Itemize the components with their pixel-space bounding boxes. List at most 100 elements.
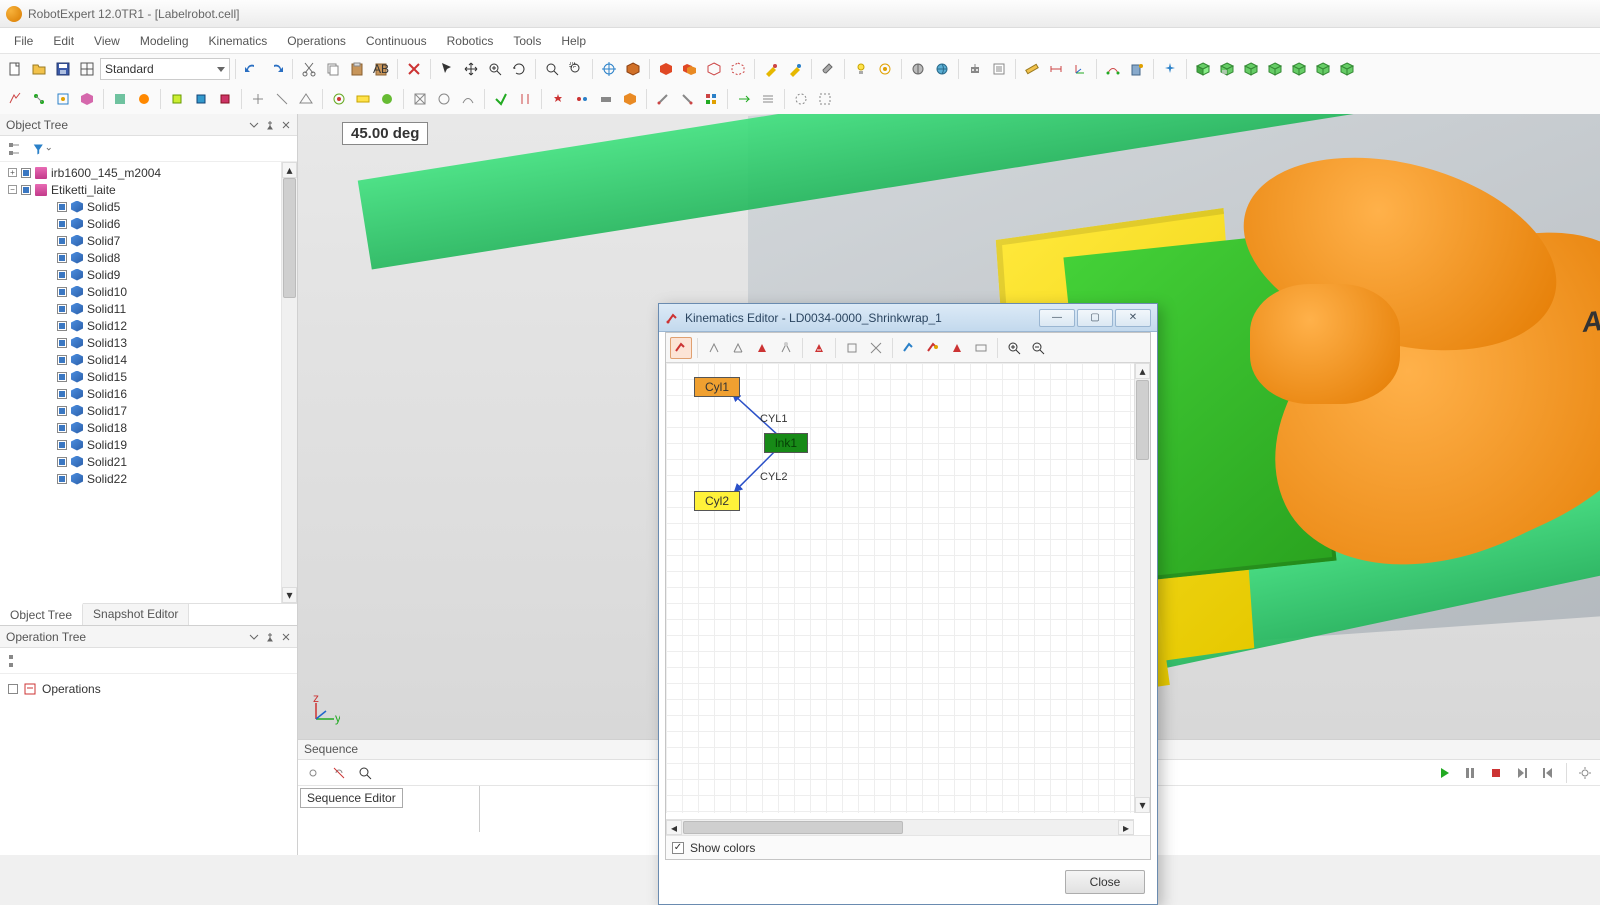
object-tree[interactable]: + irb1600_145_m2004 − Etiketti_laite Sol… [0,162,297,603]
seq-unlink-icon[interactable] [328,762,350,784]
scroll-right-icon[interactable]: ▸ [1118,820,1134,835]
toolbar-preset-combo[interactable]: Standard [100,58,230,80]
op-tool-31-icon[interactable] [814,88,836,110]
undo-icon[interactable] [241,58,263,80]
maximize-icon[interactable]: ▢ [1077,309,1113,327]
scroll-down-icon[interactable]: ▾ [282,587,297,603]
select-icon[interactable] [436,58,458,80]
center-icon[interactable] [598,58,620,80]
kin-tool-a-icon[interactable] [898,337,920,359]
menu-continuous[interactable]: Continuous [356,30,437,52]
tree-node-solid[interactable]: Solid18 [0,419,297,436]
op-tool-29-icon[interactable] [757,88,779,110]
checkbox[interactable] [57,287,67,297]
op-view-icon[interactable] [4,650,26,672]
op-tool-25-icon[interactable] [652,88,674,110]
pin-icon[interactable] [265,120,275,130]
checkbox[interactable] [57,338,67,348]
scroll-thumb[interactable] [283,178,296,298]
filter-icon[interactable] [30,138,52,160]
pin-icon[interactable] [265,632,275,642]
op-tool-12-icon[interactable] [295,88,317,110]
seq-link-icon[interactable] [302,762,324,784]
kin-horizontal-scrollbar[interactable]: ◂ ▸ [666,819,1134,835]
op-tool-10-icon[interactable] [247,88,269,110]
zoom-out-icon[interactable] [1027,337,1049,359]
panel-menu-icon[interactable] [249,120,259,130]
view-back-icon[interactable] [1240,58,1262,80]
seq-settings-icon[interactable] [1574,762,1596,784]
checkbox[interactable] [57,372,67,382]
tree-node-solid[interactable]: Solid6 [0,215,297,232]
zoom-icon[interactable] [484,58,506,80]
checkbox[interactable] [57,355,67,365]
joint-tool-4-icon[interactable] [775,337,797,359]
globe-icon[interactable] [931,58,953,80]
op-tool-22-icon[interactable] [571,88,593,110]
zoom-window-icon[interactable] [565,58,587,80]
measure-icon[interactable] [1021,58,1043,80]
checkbox[interactable] [21,185,31,195]
redo-icon[interactable] [265,58,287,80]
view-iso-icon[interactable] [1192,58,1214,80]
solid-icon[interactable] [655,58,677,80]
view-right-icon[interactable] [1264,58,1286,80]
robot-list-icon[interactable] [988,58,1010,80]
op-tool-21-icon[interactable] [547,88,569,110]
distance-icon[interactable] [1045,58,1067,80]
tree-node-device[interactable]: − Etiketti_laite [0,181,297,198]
cut-icon[interactable] [298,58,320,80]
tree-node-solid[interactable]: Solid10 [0,283,297,300]
tab-object-tree[interactable]: Object Tree [0,603,83,625]
checkbox[interactable] [8,684,18,694]
checkbox[interactable] [57,389,67,399]
tree-node-robot[interactable]: + irb1600_145_m2004 [0,164,297,181]
frame-icon[interactable] [1069,58,1091,80]
op-tool-6-icon[interactable] [133,88,155,110]
delete-icon[interactable] [403,58,425,80]
checkbox[interactable] [57,304,67,314]
checkbox[interactable] [57,406,67,416]
teach-icon[interactable] [1126,58,1148,80]
scroll-down-icon[interactable]: ▾ [1135,797,1150,813]
tree-node-solid[interactable]: Solid11 [0,300,297,317]
tool1-icon[interactable] [760,58,782,80]
kinematics-canvas[interactable]: Cyl1 CYL1 lnk1 CYL2 Cyl2 [666,363,1134,813]
spark-icon[interactable] [1159,58,1181,80]
view-left-icon[interactable] [1288,58,1310,80]
copy-icon[interactable] [322,58,344,80]
close-button[interactable]: Close [1065,870,1145,894]
close-panel-icon[interactable] [281,632,291,642]
tree-scrollbar[interactable]: ▴ ▾ [281,162,297,603]
kin-tool-d-icon[interactable] [970,337,992,359]
wireframe-icon[interactable] [703,58,725,80]
op-tool-9-icon[interactable] [214,88,236,110]
highlight-icon[interactable] [874,58,896,80]
checkbox[interactable] [57,219,67,229]
menu-edit[interactable]: Edit [43,30,84,52]
weld-icon[interactable] [817,58,839,80]
tree-node-solid[interactable]: Solid16 [0,385,297,402]
tree-node-solid[interactable]: Solid13 [0,334,297,351]
op-tool-1-icon[interactable] [4,88,26,110]
tree-node-solid[interactable]: Solid8 [0,249,297,266]
seq-play-icon[interactable] [1433,762,1455,784]
seq-zoom-icon[interactable] [354,762,376,784]
operation-tree-body[interactable]: Operations [0,674,297,855]
operations-root[interactable]: Operations [8,680,289,698]
expand-icon[interactable]: + [8,168,17,177]
open-icon[interactable] [28,58,50,80]
frame-tool-icon[interactable] [841,337,863,359]
seq-step-back-icon[interactable] [1537,762,1559,784]
seq-pause-icon[interactable] [1459,762,1481,784]
op-tool-17-icon[interactable] [433,88,455,110]
collapse-icon[interactable]: − [8,185,17,194]
robot-icon[interactable] [964,58,986,80]
scroll-up-icon[interactable]: ▴ [1135,363,1150,379]
tree-node-solid[interactable]: Solid7 [0,232,297,249]
tree-node-solid[interactable]: Solid14 [0,351,297,368]
op-tool-7-icon[interactable] [166,88,188,110]
scroll-thumb[interactable] [683,821,903,834]
rotate-view-icon[interactable] [508,58,530,80]
tree-node-solid[interactable]: Solid15 [0,368,297,385]
